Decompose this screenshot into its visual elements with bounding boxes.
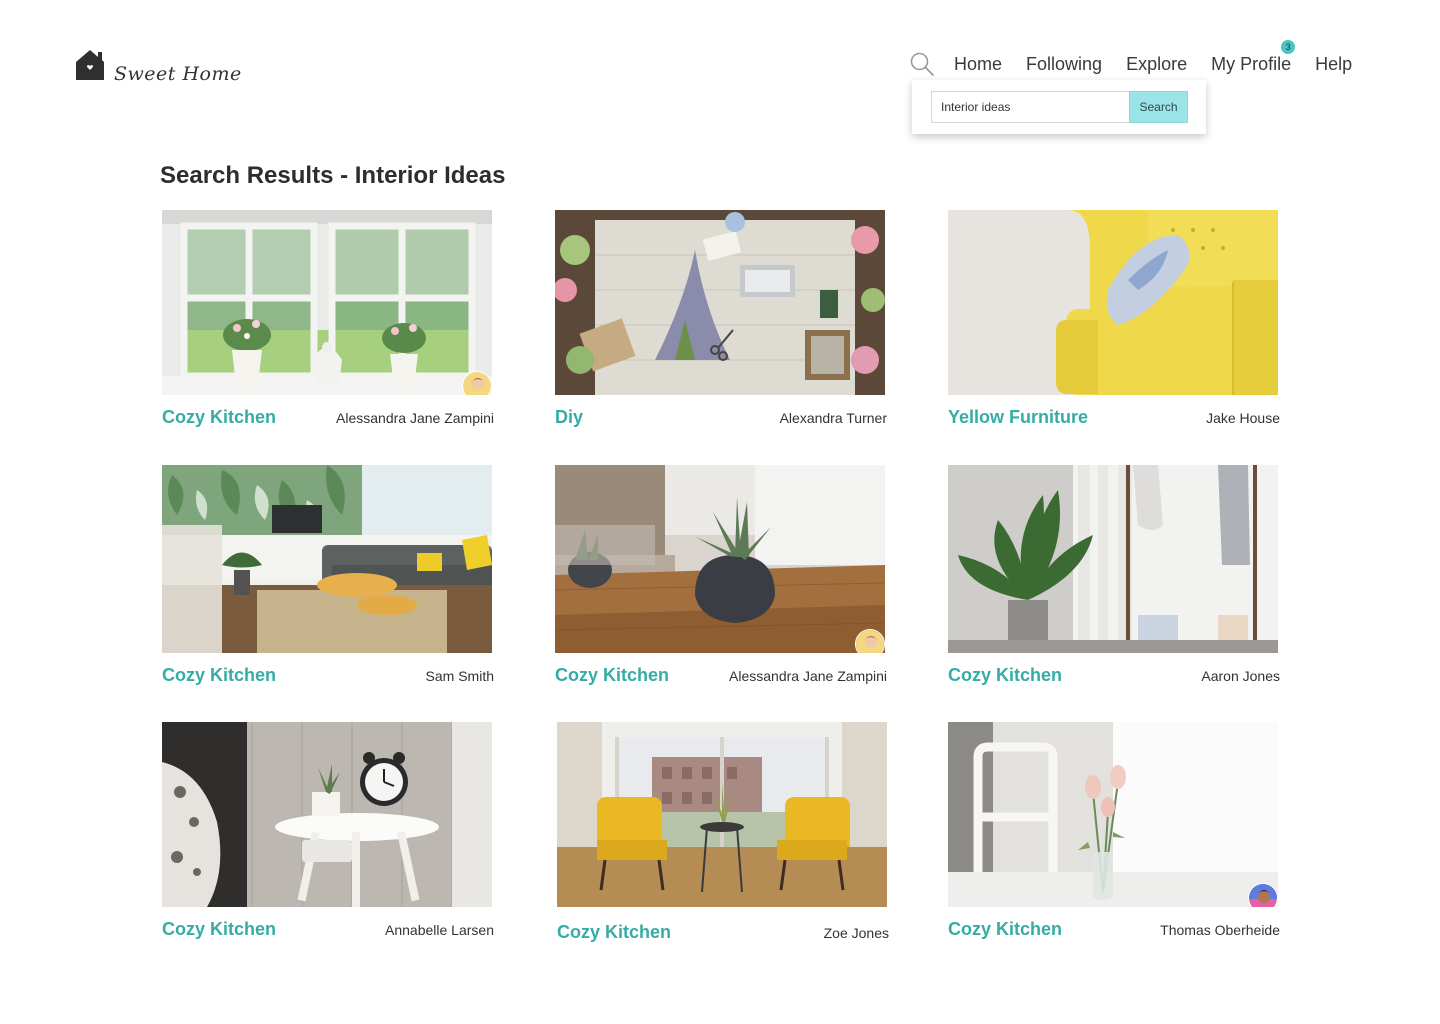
card-author[interactable]: Sam Smith xyxy=(426,668,494,684)
page-title: Search Results - Interior Ideas xyxy=(160,162,505,190)
card-author[interactable]: Thomas Oberheide xyxy=(1160,922,1280,938)
notification-badge: 3 xyxy=(1281,39,1296,54)
yellow-sofa-photo[interactable] xyxy=(948,210,1278,395)
result-card[interactable]: Cozy Kitchen Alessandra Jane Zampini xyxy=(555,465,887,686)
result-card[interactable]: Cozy Kitchen Alessandra Jane Zampini xyxy=(162,210,494,428)
card-title[interactable]: Yellow Furniture xyxy=(948,407,1088,428)
search-icon[interactable] xyxy=(908,50,936,78)
succulent-table-photo[interactable] xyxy=(555,465,885,653)
card-author[interactable]: Zoe Jones xyxy=(824,925,889,941)
roses-vase-photo[interactable] xyxy=(948,722,1278,907)
card-title[interactable]: Cozy Kitchen xyxy=(162,919,276,940)
result-card[interactable]: Cozy Kitchen Thomas Oberheide xyxy=(948,722,1280,940)
result-card[interactable]: Yellow Furniture Jake House xyxy=(948,210,1280,428)
yellow-chairs-photo[interactable] xyxy=(557,722,887,907)
card-title[interactable]: Cozy Kitchen xyxy=(162,665,276,686)
craft-table-photo[interactable] xyxy=(555,210,885,395)
card-title[interactable]: Diy xyxy=(555,407,583,428)
card-author[interactable]: Alexandra Turner xyxy=(780,410,887,426)
brand-name: Sweet Home xyxy=(114,63,242,85)
result-card[interactable]: Cozy Kitchen Annabelle Larsen xyxy=(162,722,494,940)
card-author[interactable]: Jake House xyxy=(1206,410,1280,426)
card-author[interactable]: Alessandra Jane Zampini xyxy=(729,668,887,684)
nav-following[interactable]: Following xyxy=(1026,54,1102,75)
card-title[interactable]: Cozy Kitchen xyxy=(948,665,1062,686)
brand-logo[interactable]: Sweet Home xyxy=(74,48,242,85)
card-title[interactable]: Cozy Kitchen xyxy=(948,919,1062,940)
nav-my-profile-label: My Profile xyxy=(1211,53,1292,74)
result-card[interactable]: Cozy Kitchen Sam Smith xyxy=(162,465,494,686)
house-icon xyxy=(76,50,104,80)
plant-clothes-rack-photo[interactable] xyxy=(948,465,1278,653)
nav-help[interactable]: Help xyxy=(1315,54,1352,75)
search-input[interactable] xyxy=(931,91,1129,123)
result-card[interactable]: Diy Alexandra Turner xyxy=(555,210,887,428)
result-card[interactable]: Cozy Kitchen Aaron Jones xyxy=(948,465,1280,686)
author-avatar[interactable] xyxy=(855,629,885,653)
card-title[interactable]: Cozy Kitchen xyxy=(162,407,276,428)
page-title-prefix: Search Results - xyxy=(160,162,349,189)
nav-explore[interactable]: Explore xyxy=(1126,54,1187,75)
bedside-clock-photo[interactable] xyxy=(162,722,492,907)
search-dropdown: Search xyxy=(912,80,1206,134)
card-author[interactable]: Alessandra Jane Zampini xyxy=(336,410,494,426)
author-avatar[interactable] xyxy=(1248,883,1278,907)
search-button[interactable]: Search xyxy=(1129,91,1188,123)
nav-home[interactable]: Home xyxy=(954,54,1002,75)
living-room-photo[interactable] xyxy=(162,465,492,653)
page-title-term: Interior Ideas xyxy=(354,162,506,189)
card-author[interactable]: Annabelle Larsen xyxy=(385,922,494,938)
author-avatar[interactable] xyxy=(462,371,492,395)
card-title[interactable]: Cozy Kitchen xyxy=(557,922,671,943)
main-nav: Home Following Explore My Profile 3 Help xyxy=(908,39,1352,78)
card-title[interactable]: Cozy Kitchen xyxy=(555,665,669,686)
window-plants-photo[interactable] xyxy=(162,210,492,395)
result-card[interactable]: Cozy Kitchen Zoe Jones xyxy=(557,722,889,943)
card-author[interactable]: Aaron Jones xyxy=(1201,668,1280,684)
nav-my-profile[interactable]: My Profile 3 xyxy=(1211,39,1296,75)
